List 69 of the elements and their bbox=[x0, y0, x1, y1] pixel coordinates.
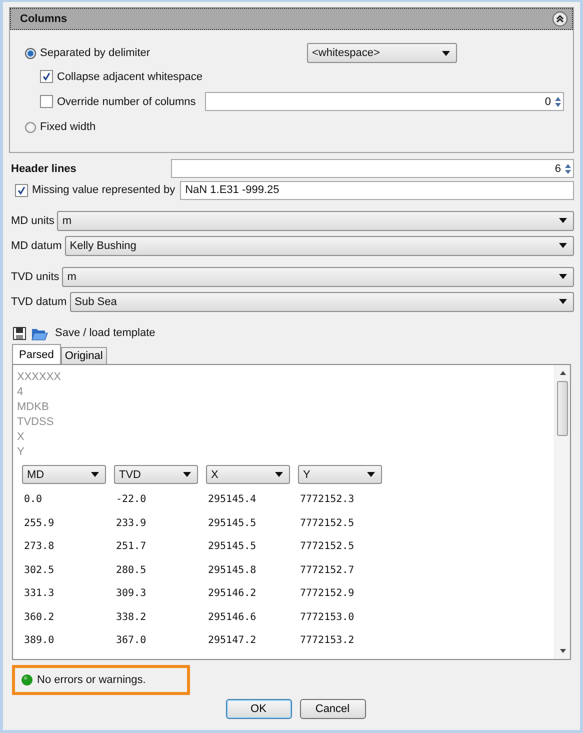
checkbox-option[interactable]: Override number of columns bbox=[40, 95, 205, 108]
column-dropdown[interactable]: X bbox=[206, 465, 290, 484]
table-cell-text: 295147.2 bbox=[208, 635, 258, 646]
header-line: Y bbox=[17, 445, 26, 460]
table-cell-text: 273.8 bbox=[24, 541, 56, 552]
header-line: MDKB bbox=[17, 400, 50, 415]
table-cell-text: 251.7 bbox=[116, 541, 148, 552]
dialog-button[interactable]: OK bbox=[226, 699, 292, 719]
header-line: XXXXXX bbox=[17, 370, 62, 385]
text-field[interactable]: NaN 1.E31 -999.25 bbox=[180, 180, 574, 200]
checkmark-icon bbox=[16, 184, 27, 196]
table-cell-text: 331.3 bbox=[24, 588, 56, 600]
table-cell-text: 389.0 bbox=[24, 635, 56, 646]
field-label: TVD units bbox=[11, 270, 60, 282]
field-label: MD units bbox=[11, 214, 54, 226]
tab[interactable]: Parsed bbox=[12, 344, 61, 364]
table-cell-text: 255.9 bbox=[24, 518, 56, 529]
table-cell-text: 295146.2 bbox=[208, 588, 258, 600]
field-label: TVD datum bbox=[11, 296, 67, 308]
tab[interactable]: Original bbox=[60, 347, 107, 364]
checkbox-option[interactable]: Missing value represented by bbox=[15, 184, 176, 196]
table-cell-text: 302.5 bbox=[24, 564, 56, 576]
header-line: 4 bbox=[17, 385, 24, 400]
field-label: MD datum bbox=[11, 240, 62, 252]
dropdown[interactable]: m bbox=[62, 266, 574, 286]
status-dot-icon bbox=[21, 674, 33, 686]
table-cell-text: 295146.6 bbox=[208, 612, 258, 623]
checkbox-option[interactable]: Collapse adjacent whitespace bbox=[40, 70, 203, 83]
number-field[interactable]: 6 bbox=[171, 159, 574, 178]
table-cell-text: 7772152.9 bbox=[300, 588, 356, 600]
column-dropdown[interactable]: Y bbox=[298, 465, 382, 484]
header-line: TVDSS bbox=[17, 415, 55, 430]
status-text: No errors or warnings. bbox=[37, 674, 146, 686]
collapse-icon[interactable] bbox=[552, 11, 568, 27]
panel-title: Columns bbox=[20, 13, 68, 25]
table-cell-text: 7772152.5 bbox=[300, 541, 356, 552]
radio-option[interactable]: Separated by delimiter bbox=[25, 47, 150, 59]
dropdown[interactable]: Sub Sea bbox=[70, 292, 574, 312]
save-icon[interactable] bbox=[13, 326, 26, 340]
number-field[interactable]: 0 bbox=[205, 92, 564, 111]
checkmark-icon bbox=[41, 71, 52, 82]
table-cell-text: 7772152.7 bbox=[300, 564, 356, 576]
table-cell-text: 233.9 bbox=[116, 518, 148, 529]
header-line: X bbox=[17, 430, 26, 445]
table-cell-text: -22.0 bbox=[116, 494, 148, 506]
table-cell-text: 360.2 bbox=[24, 612, 56, 623]
delimiter-dropdown[interactable]: <whitespace> bbox=[307, 43, 457, 63]
dropdown[interactable]: m bbox=[57, 210, 574, 230]
table-cell-text: 280.5 bbox=[116, 564, 148, 576]
template-link[interactable]: Save / load template bbox=[55, 327, 156, 339]
radio-option[interactable]: Fixed width bbox=[25, 121, 96, 133]
table-cell-text: 338.2 bbox=[116, 612, 148, 623]
scrollbar[interactable] bbox=[554, 365, 570, 659]
table-cell-text: 7772152.5 bbox=[300, 518, 356, 529]
column-dropdown[interactable]: TVD bbox=[114, 465, 198, 484]
field-label: Header lines bbox=[11, 162, 78, 174]
table-cell-text: 7772153.0 bbox=[300, 612, 356, 623]
column-dropdown[interactable]: MD bbox=[22, 465, 106, 484]
dropdown[interactable]: Kelly Bushing bbox=[64, 236, 574, 256]
table-cell-text: 309.3 bbox=[116, 588, 148, 600]
dialog-button[interactable]: Cancel bbox=[300, 699, 366, 719]
table-cell-text: 295145.4 bbox=[208, 494, 258, 506]
table-cell-text: 7772152.3 bbox=[300, 494, 356, 506]
table-cell-text: 0.0 bbox=[24, 494, 44, 506]
table-cell-text: 7772153.2 bbox=[300, 635, 356, 646]
table-cell-text: 295145.5 bbox=[208, 518, 258, 529]
table-cell-text: 295145.5 bbox=[208, 541, 258, 552]
table-cell-text: 295145.8 bbox=[208, 564, 258, 576]
table-cell-text: 367.0 bbox=[116, 635, 148, 646]
